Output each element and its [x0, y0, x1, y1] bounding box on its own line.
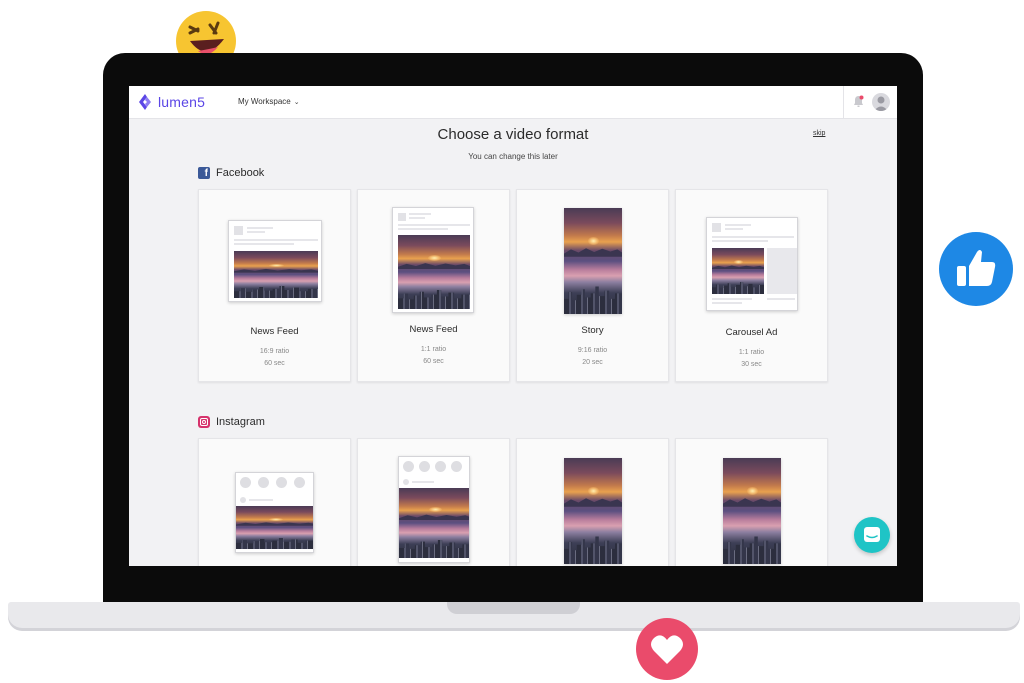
- sunset-thumbnail: [564, 208, 622, 314]
- card-ratio: 1:1 ratio: [420, 346, 447, 353]
- card-title: Carousel Ad: [725, 327, 778, 338]
- sunset-thumbnail: [712, 248, 764, 294]
- chat-icon: [864, 527, 880, 542]
- card-duration: 60 sec: [423, 358, 444, 365]
- sunset-thumbnail: [236, 506, 313, 549]
- workspace-label: My Workspace: [238, 97, 291, 106]
- brand-logo[interactable]: lumen5: [136, 93, 205, 111]
- skip-link[interactable]: skip: [813, 130, 825, 137]
- format-card-facebook-story[interactable]: Story 9:16 ratio 20 sec: [516, 189, 669, 382]
- user-icon: [874, 96, 888, 111]
- lumen5-logo-icon: [139, 94, 151, 110]
- laptop-notch: [447, 602, 580, 614]
- sunset-thumbnail: [234, 251, 318, 298]
- format-card-facebook-news-feed-16x9[interactable]: News Feed 16:9 ratio 60 sec: [198, 189, 351, 382]
- section-header-instagram: Instagram: [198, 416, 265, 428]
- format-card-instagram-2[interactable]: [357, 438, 510, 566]
- app-screen: lumen5 My Workspace ⌄ Choose a video for…: [129, 86, 897, 566]
- card-ratio: 1:1 ratio: [738, 349, 765, 356]
- format-card-facebook-news-feed-1x1[interactable]: News Feed 1:1 ratio 60 sec: [357, 189, 510, 382]
- card-duration: 30 sec: [741, 361, 762, 368]
- card-ratio: 9:16 ratio: [577, 347, 608, 354]
- sunset-thumbnail: [399, 488, 469, 558]
- notification-bell-icon[interactable]: [853, 95, 864, 108]
- card-title: News Feed: [250, 326, 299, 337]
- instagram-icon: [198, 416, 210, 428]
- sunset-thumbnail: [723, 458, 781, 564]
- format-preview: [564, 208, 622, 314]
- chevron-down-icon: ⌄: [293, 98, 300, 106]
- chat-launcher-button[interactable]: [854, 517, 890, 553]
- format-preview: [398, 456, 470, 563]
- section-header-facebook: f Facebook: [198, 167, 264, 179]
- card-title: News Feed: [409, 324, 458, 335]
- section-title: Instagram: [216, 416, 265, 428]
- format-preview: [392, 207, 474, 313]
- format-card-instagram-1[interactable]: [198, 438, 351, 566]
- format-card-facebook-carousel-ad[interactable]: Carousel Ad 1:1 ratio 30 sec: [675, 189, 828, 382]
- format-card-instagram-3[interactable]: [516, 438, 669, 566]
- heart-icon: [636, 618, 698, 680]
- page-title: Choose a video format: [437, 126, 589, 143]
- workspace-dropdown[interactable]: My Workspace ⌄: [238, 97, 300, 106]
- format-preview: [228, 220, 322, 302]
- sunset-thumbnail: [564, 458, 622, 564]
- card-duration: 60 sec: [264, 360, 285, 367]
- thumbs-up-icon: [939, 232, 1013, 306]
- sunset-thumbnail: [398, 235, 470, 309]
- card-duration: 20 sec: [582, 359, 603, 366]
- app-header: lumen5 My Workspace ⌄: [129, 86, 897, 119]
- page-subtitle: You can change this later: [468, 152, 558, 161]
- brand-name: lumen5: [158, 94, 206, 110]
- format-card-instagram-4[interactable]: [675, 438, 828, 566]
- format-preview: [723, 458, 781, 564]
- section-title: Facebook: [216, 167, 265, 179]
- format-preview: [235, 472, 314, 553]
- format-preview: [564, 458, 622, 564]
- card-ratio: 16:9 ratio: [259, 348, 290, 355]
- card-title: Story: [581, 325, 604, 336]
- format-preview: [706, 217, 798, 311]
- header-divider: [843, 86, 844, 119]
- marketing-stage: lumen5 My Workspace ⌄ Choose a video for…: [0, 0, 1024, 683]
- facebook-icon: f: [198, 167, 210, 179]
- user-avatar[interactable]: [872, 93, 890, 111]
